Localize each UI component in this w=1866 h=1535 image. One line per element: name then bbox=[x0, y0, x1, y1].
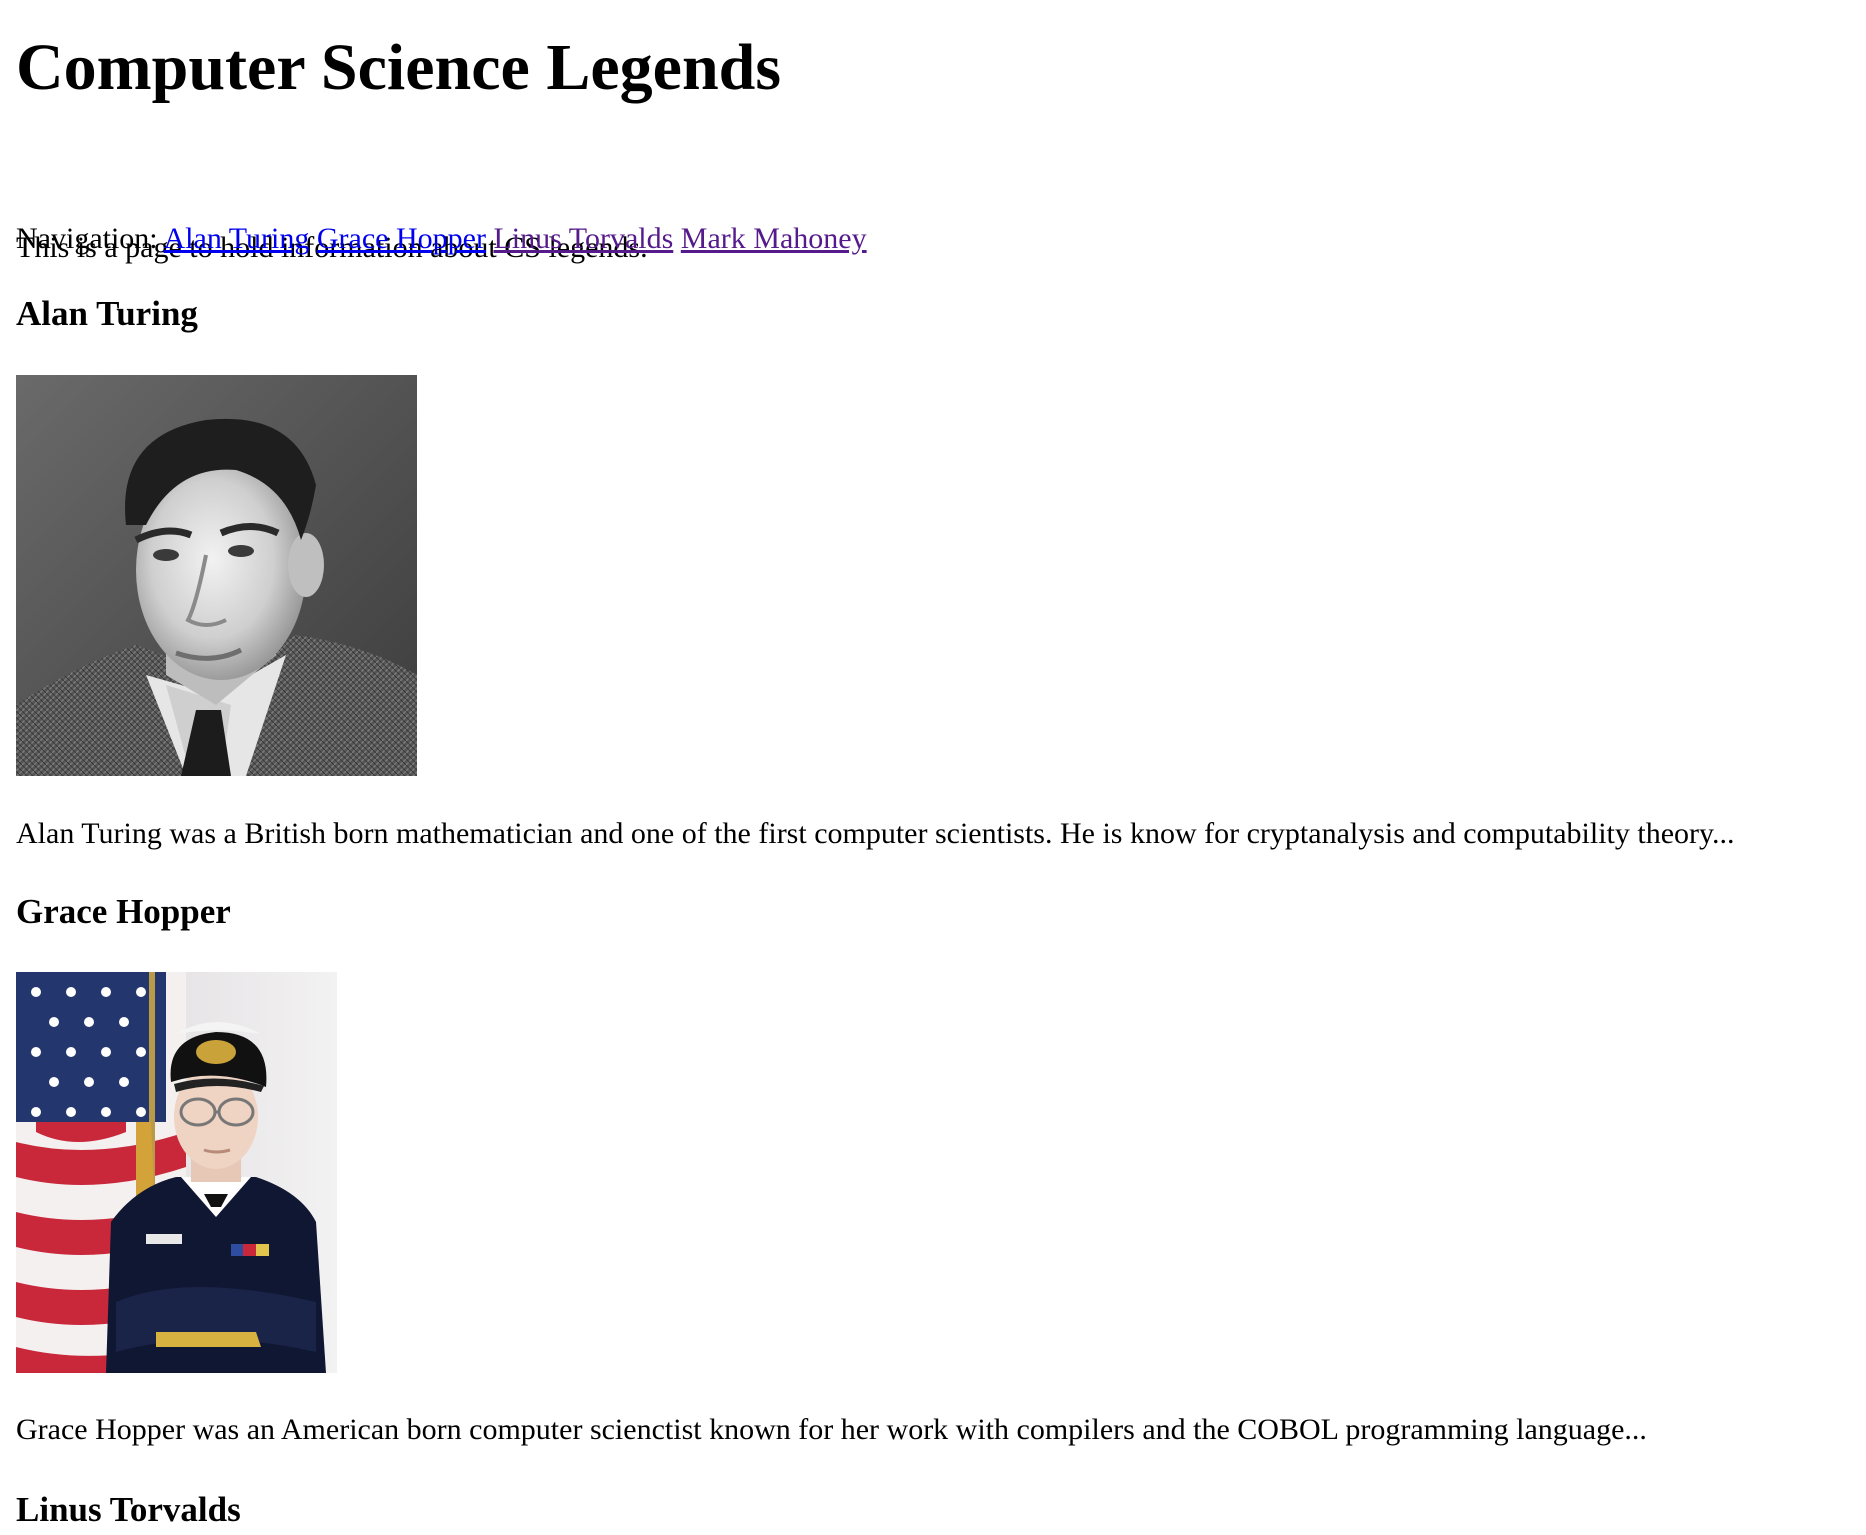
alan-turing-description: Alan Turing was a British born mathemati… bbox=[16, 817, 1735, 850]
alan-turing-portrait-image bbox=[16, 375, 417, 776]
grace-hopper-portrait bbox=[16, 972, 337, 1373]
page: Computer Science Legends This is a page … bbox=[0, 0, 1866, 1535]
navigation-label: Navigation: bbox=[16, 222, 158, 255]
navigation-bar: Navigation: Alan Turing Grace Hopper Lin… bbox=[16, 222, 867, 256]
section-heading-alan-turing: Alan Turing bbox=[16, 294, 198, 333]
page-title: Computer Science Legends bbox=[16, 31, 782, 104]
grace-hopper-description: Grace Hopper was an American born comput… bbox=[16, 1413, 1647, 1446]
nav-link-linus-torvalds[interactable]: Linus Torvalds bbox=[493, 222, 673, 255]
nav-link-mark-mahoney[interactable]: Mark Mahoney bbox=[681, 222, 867, 255]
section-heading-grace-hopper: Grace Hopper bbox=[16, 892, 231, 931]
section-heading-linus-torvalds: Linus Torvalds bbox=[16, 1490, 241, 1529]
nav-link-grace-hopper[interactable]: Grace Hopper bbox=[317, 222, 486, 255]
nav-link-alan-turing[interactable]: Alan Turing bbox=[164, 222, 310, 255]
grace-hopper-portrait-image bbox=[16, 972, 337, 1373]
alan-turing-portrait bbox=[16, 375, 417, 776]
